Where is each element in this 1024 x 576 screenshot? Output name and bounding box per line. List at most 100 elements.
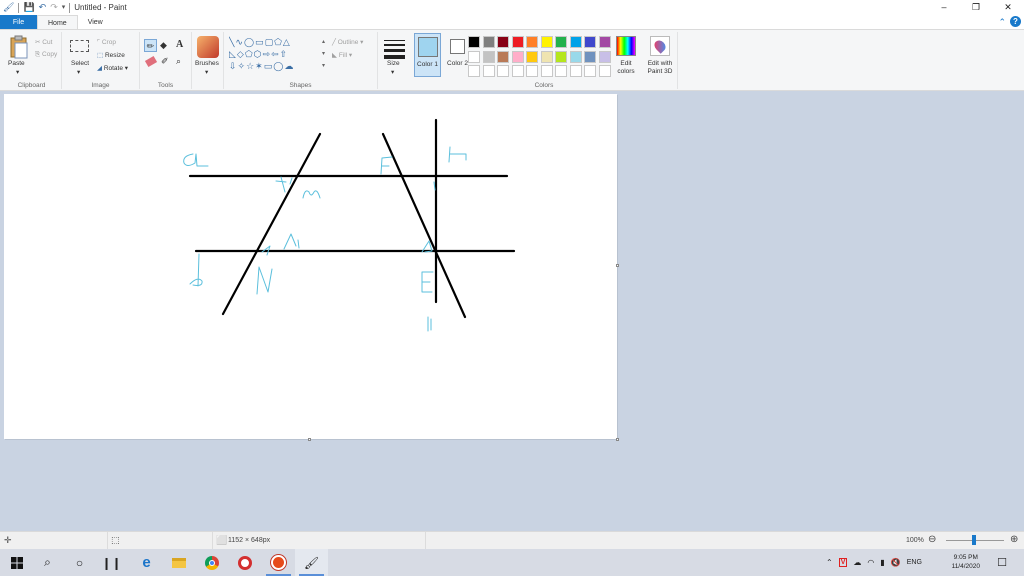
palette-swatch[interactable]	[598, 65, 611, 77]
save-icon[interactable]: 💾	[23, 0, 34, 15]
undo-icon[interactable]: ↶	[39, 0, 47, 15]
outline-button[interactable]: ╱ Outline ▾	[332, 38, 363, 46]
size-label[interactable]: Size	[387, 60, 400, 67]
palette-swatch[interactable]	[584, 65, 596, 77]
rotate-button[interactable]: ◢ Rotate ▾	[97, 64, 128, 72]
red-app-icon[interactable]	[262, 549, 295, 576]
shapes-scroll[interactable]: ▴ ▾ ▾	[322, 36, 325, 72]
resize-button[interactable]: ⬚ Resize	[97, 51, 125, 59]
palette-swatch[interactable]	[511, 36, 524, 48]
show-hidden-icons-icon[interactable]: ⌃	[826, 558, 833, 567]
help-icon[interactable]: ?	[1010, 16, 1021, 27]
right-triangle-shape-icon[interactable]: ◺	[229, 49, 237, 59]
task-view-icon[interactable]: ❙❙	[95, 549, 128, 576]
palette-swatch[interactable]	[526, 36, 538, 48]
cut-button[interactable]: ✂ Cut	[35, 38, 52, 46]
palette-swatch[interactable]	[555, 50, 567, 63]
tab-file[interactable]: File	[0, 15, 37, 29]
language-indicator[interactable]: ENG	[907, 559, 922, 566]
palette-swatch[interactable]	[526, 50, 538, 63]
notifications-icon[interactable]: ☐	[988, 549, 1016, 576]
eraser-icon[interactable]	[144, 55, 158, 68]
target-app-icon[interactable]	[228, 549, 261, 576]
cortana-icon[interactable]: ○	[63, 549, 96, 576]
brushes-label[interactable]: Brushes	[195, 60, 219, 67]
palette-swatch[interactable]	[468, 36, 480, 48]
color2-button[interactable]: Color 2	[444, 33, 471, 77]
right-arrow-shape-icon[interactable]: ⇨	[263, 49, 272, 59]
edit-colors-label[interactable]: Edit colors	[613, 60, 639, 76]
redo-icon[interactable]: ↷	[50, 0, 58, 15]
triangle-shape-icon[interactable]: △	[283, 37, 291, 47]
drawing-canvas[interactable]	[4, 94, 617, 439]
palette-swatch[interactable]	[497, 36, 509, 48]
battery-icon[interactable]: ▮	[880, 558, 884, 567]
star6-shape-icon[interactable]: ✶	[255, 61, 264, 71]
volume-muted-icon[interactable]: 🔇	[891, 558, 901, 567]
palette-swatch[interactable]	[584, 50, 596, 63]
vivaldi-tray-icon[interactable]: V	[838, 558, 848, 567]
paint3d-icon[interactable]	[650, 36, 670, 56]
fill-button[interactable]: ◣ Fill ▾	[332, 51, 352, 59]
star4-shape-icon[interactable]: ✧	[238, 61, 247, 71]
paste-icon[interactable]	[8, 35, 30, 59]
palette-swatch[interactable]	[569, 65, 582, 77]
hexagon-shape-icon[interactable]: ⬡	[254, 49, 263, 59]
palette-swatch[interactable]	[511, 65, 524, 77]
magnifier-icon[interactable]: ⌕	[176, 56, 181, 67]
paste-dropdown-icon[interactable]: ▾	[16, 68, 19, 76]
crop-button[interactable]: ⌜ Crop	[97, 38, 116, 46]
search-icon[interactable]: ⌕	[31, 549, 64, 576]
chrome-icon[interactable]	[195, 549, 228, 576]
oval-callout-shape-icon[interactable]: ◯	[273, 61, 284, 71]
collapse-ribbon-icon[interactable]: ⌃	[998, 16, 1006, 29]
taskbar-clock[interactable]: 9:05 PM 11/4/2020	[952, 553, 980, 571]
palette-swatch[interactable]	[598, 50, 611, 63]
roundrect-shape-icon[interactable]: ▢	[265, 37, 275, 47]
curve-shape-icon[interactable]: ∿	[235, 37, 244, 47]
palette-swatch[interactable]	[569, 50, 582, 63]
select-label[interactable]: Select	[71, 60, 89, 67]
brushes-group[interactable]: Brushes ▾	[192, 32, 224, 89]
palette-swatch[interactable]	[497, 65, 509, 77]
paint-taskbar-icon[interactable]: 🖌	[295, 549, 328, 576]
up-arrow-shape-icon[interactable]: ⇧	[280, 49, 289, 59]
palette-swatch[interactable]	[511, 50, 524, 63]
select-icon[interactable]	[70, 40, 89, 52]
down-arrow-shape-icon[interactable]: ⇩	[229, 61, 238, 71]
edit-paint3d-label[interactable]: Edit with Paint 3D	[643, 60, 677, 76]
shapes-gallery[interactable]: ╲∿◯▭▢⬠△ ◺◇⬠⬡⇨⇦⇧ ⇩✧☆✶▭◯☁	[229, 36, 325, 72]
palette-swatch[interactable]	[526, 65, 538, 77]
color1-button[interactable]: Color 1	[414, 33, 441, 77]
copy-button[interactable]: ⎘ Copy	[35, 51, 57, 59]
wifi-icon[interactable]: ◠	[867, 558, 874, 567]
rect-shape-icon[interactable]: ▭	[255, 37, 265, 47]
maximize-button[interactable]: ❐	[960, 0, 992, 15]
palette-swatch[interactable]	[482, 65, 495, 77]
brushes-dropdown-icon[interactable]: ▾	[205, 68, 208, 76]
palette-swatch[interactable]	[598, 36, 611, 48]
canvas-resize-handle-bottom[interactable]	[308, 438, 311, 441]
tab-view[interactable]: View	[78, 15, 113, 29]
brush-icon[interactable]	[197, 36, 219, 58]
left-arrow-shape-icon[interactable]: ⇦	[271, 49, 280, 59]
polygon-shape-icon[interactable]: ⬠	[274, 37, 283, 47]
palette-swatch[interactable]	[540, 65, 553, 77]
text-tool-icon[interactable]: A	[176, 39, 183, 50]
edit-colors-icon[interactable]	[616, 36, 636, 56]
callout-shape-icon[interactable]: ▭	[264, 61, 274, 71]
star5-shape-icon[interactable]: ☆	[246, 61, 255, 71]
zoom-slider-thumb[interactable]	[972, 535, 976, 545]
zoom-out-icon[interactable]: ⊖	[928, 534, 936, 545]
tab-home[interactable]: Home	[37, 15, 78, 29]
file-explorer-icon[interactable]	[162, 549, 195, 576]
customize-qa-icon[interactable]: ▾	[62, 0, 66, 15]
cloud-tray-icon[interactable]: ☁	[853, 558, 861, 567]
size-group[interactable]: Size ▾	[378, 32, 411, 89]
cloud-shape-icon[interactable]: ☁	[284, 61, 294, 71]
oval-shape-icon[interactable]: ◯	[244, 37, 255, 47]
canvas-resize-handle-right[interactable]	[616, 264, 619, 267]
palette-swatch[interactable]	[497, 50, 509, 63]
color-picker-icon[interactable]: ✐	[161, 56, 169, 67]
fill-bucket-icon[interactable]: ◆	[160, 40, 167, 51]
